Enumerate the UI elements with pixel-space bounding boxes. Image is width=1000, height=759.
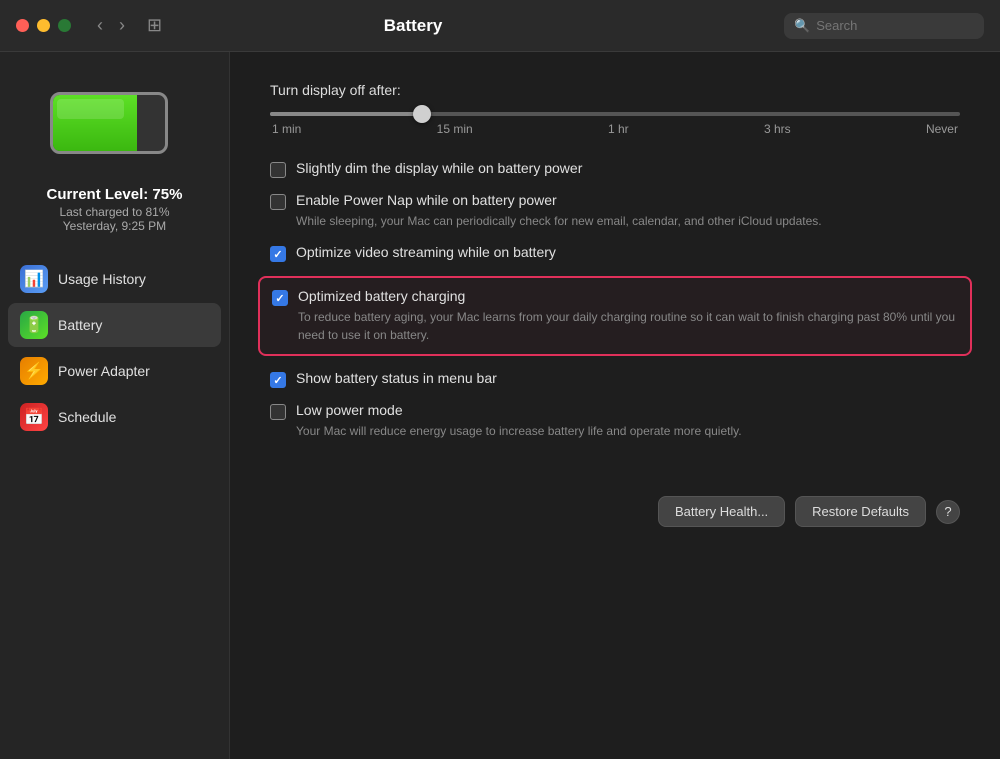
option-video-streaming-label: Optimize video streaming while on batter… <box>296 244 960 260</box>
option-power-nap-label: Enable Power Nap while on battery power <box>296 192 960 208</box>
sidebar-item-label: Power Adapter <box>58 363 150 379</box>
checkbox-dim-display[interactable] <box>270 162 286 178</box>
sidebar-item-usage-history[interactable]: 📊 Usage History <box>8 257 221 301</box>
slider-thumb[interactable] <box>413 105 431 123</box>
option-menu-bar-label: Show battery status in menu bar <box>296 370 960 386</box>
main-layout: Current Level: 75% Last charged to 81% Y… <box>0 52 1000 759</box>
option-menu-bar: Show battery status in menu bar <box>270 370 960 388</box>
slider-container[interactable] <box>270 112 960 116</box>
slider-filled <box>270 112 422 116</box>
option-dim-display: Slightly dim the display while on batter… <box>270 160 960 178</box>
search-icon: 🔍 <box>794 18 810 34</box>
last-charged-label: Last charged to 81% <box>47 205 183 219</box>
tick-15min: 15 min <box>437 122 473 136</box>
checkbox-power-nap[interactable] <box>270 194 286 210</box>
option-optimized-charging-desc: To reduce battery aging, your Mac learns… <box>298 308 958 344</box>
battery-nav-icon: 🔋 <box>20 311 48 339</box>
slider-track <box>270 112 960 116</box>
option-optimized-charging-label: Optimized battery charging <box>298 288 958 304</box>
option-low-power-label: Low power mode <box>296 402 960 418</box>
content-area: Turn display off after: 1 min 15 min 1 h… <box>230 52 1000 759</box>
battery-graphic <box>50 92 180 162</box>
checkbox-menu-bar[interactable] <box>270 372 286 388</box>
option-optimized-charging-text: Optimized battery charging To reduce bat… <box>298 288 958 344</box>
sidebar-item-power-adapter[interactable]: ⚡ Power Adapter <box>8 349 221 393</box>
tick-1hr: 1 hr <box>608 122 629 136</box>
traffic-lights <box>16 19 71 32</box>
tick-3hrs: 3 hrs <box>764 122 791 136</box>
sidebar-item-label: Battery <box>58 317 102 333</box>
sidebar: Current Level: 75% Last charged to 81% Y… <box>0 52 230 759</box>
battery-sheen <box>57 99 124 119</box>
checkbox-optimized-charging[interactable] <box>272 290 288 306</box>
tick-1min: 1 min <box>272 122 301 136</box>
tick-never: Never <box>926 122 958 136</box>
option-power-nap: Enable Power Nap while on battery power … <box>270 192 960 230</box>
bottom-buttons: Battery Health... Restore Defaults ? <box>270 480 960 527</box>
last-charged-date: Yesterday, 9:25 PM <box>47 219 183 233</box>
option-low-power: Low power mode Your Mac will reduce ener… <box>270 402 960 440</box>
battery-body <box>50 92 168 154</box>
option-low-power-text: Low power mode Your Mac will reduce ener… <box>296 402 960 440</box>
schedule-icon: 📅 <box>20 403 48 431</box>
current-level-label: Current Level: 75% <box>47 186 183 203</box>
maximize-button[interactable] <box>58 19 71 32</box>
slider-ticks: 1 min 15 min 1 hr 3 hrs Never <box>270 122 960 136</box>
sidebar-item-schedule[interactable]: 📅 Schedule <box>8 395 221 439</box>
option-video-streaming: Optimize video streaming while on batter… <box>270 244 960 262</box>
usage-history-icon: 📊 <box>20 265 48 293</box>
battery-health-button[interactable]: Battery Health... <box>658 496 785 527</box>
option-low-power-desc: Your Mac will reduce energy usage to inc… <box>296 422 960 440</box>
sidebar-item-label: Usage History <box>58 271 146 287</box>
option-dim-display-text: Slightly dim the display while on batter… <box>296 160 960 176</box>
option-menu-bar-text: Show battery status in menu bar <box>296 370 960 386</box>
option-power-nap-text: Enable Power Nap while on battery power … <box>296 192 960 230</box>
option-video-streaming-text: Optimize video streaming while on batter… <box>296 244 960 260</box>
slider-label: Turn display off after: <box>270 82 960 98</box>
restore-defaults-button[interactable]: Restore Defaults <box>795 496 926 527</box>
sidebar-item-label: Schedule <box>58 409 116 425</box>
search-bar: 🔍 <box>784 13 984 39</box>
option-dim-display-label: Slightly dim the display while on batter… <box>296 160 960 176</box>
battery-terminal <box>167 111 168 135</box>
power-adapter-icon: ⚡ <box>20 357 48 385</box>
checkbox-low-power[interactable] <box>270 404 286 420</box>
sidebar-nav: 📊 Usage History 🔋 Battery ⚡ Power Adapte… <box>0 257 229 441</box>
display-off-slider-section: Turn display off after: 1 min 15 min 1 h… <box>270 82 960 136</box>
checkbox-video-streaming[interactable] <box>270 246 286 262</box>
option-optimized-charging: Optimized battery charging To reduce bat… <box>258 276 972 356</box>
battery-status: Current Level: 75% Last charged to 81% Y… <box>27 186 203 233</box>
minimize-button[interactable] <box>37 19 50 32</box>
option-power-nap-desc: While sleeping, your Mac can periodicall… <box>296 212 960 230</box>
titlebar-title: Battery <box>54 16 772 36</box>
help-button[interactable]: ? <box>936 500 960 524</box>
titlebar: ‹ › ⊞ Battery 🔍 <box>0 0 1000 52</box>
sidebar-item-battery[interactable]: 🔋 Battery <box>8 303 221 347</box>
close-button[interactable] <box>16 19 29 32</box>
search-input[interactable] <box>816 18 966 33</box>
